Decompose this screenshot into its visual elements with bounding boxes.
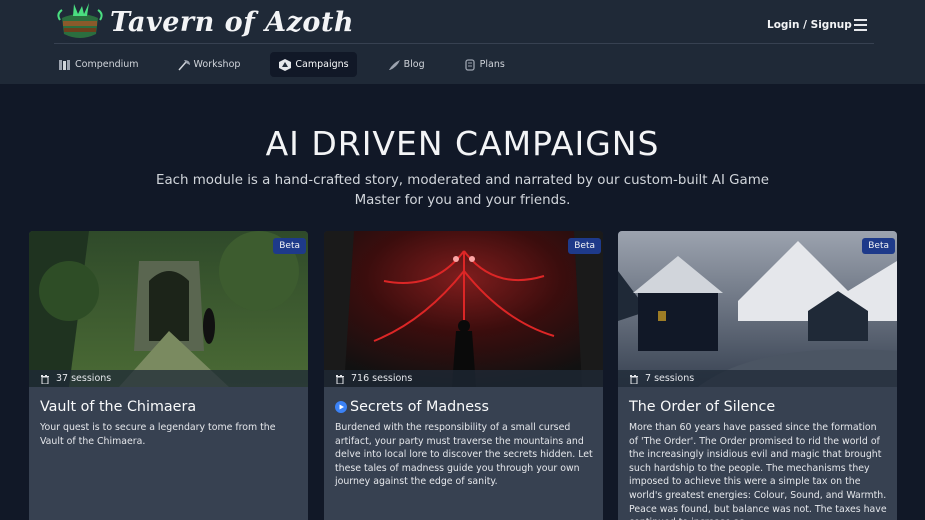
play-icon <box>335 401 347 413</box>
session-count-bar: 7 sessions <box>618 370 897 387</box>
campaign-card-vault-of-the-chimaera[interactable]: Beta 37 sessions Vault of the Chimaera Y… <box>29 231 308 520</box>
session-count-bar: 716 sessions <box>324 370 603 387</box>
d20-icon <box>279 58 292 71</box>
campaign-title[interactable]: The Order of Silence <box>629 399 775 415</box>
menu-icon[interactable] <box>854 19 867 31</box>
campaign-description: Your quest is to secure a legendary tome… <box>40 422 276 447</box>
cauldron-logo-icon <box>57 3 103 42</box>
campaign-title-text: Secrets of Madness <box>350 399 489 415</box>
campaign-image <box>324 231 603 387</box>
ruins-forest-image <box>29 231 308 387</box>
campaign-title-text: The Order of Silence <box>629 399 776 415</box>
campaign-card-the-order-of-silence[interactable]: Beta 7 sessions The Order of Silence Mor… <box>618 231 897 520</box>
nav-item-label: Blog <box>403 59 425 70</box>
campaign-image <box>29 231 308 387</box>
campaign-title[interactable]: Secrets of Madness <box>335 399 489 415</box>
session-count: 716 sessions <box>351 373 413 384</box>
tower-icon <box>630 374 638 384</box>
campaign-description: Burdened with the responsibility of a sm… <box>335 422 593 488</box>
nav-item-label: Compendium <box>75 59 139 70</box>
dark-tree-figure-image <box>324 231 603 387</box>
campaign-image <box>618 231 897 387</box>
quill-icon <box>388 59 400 70</box>
site-logo[interactable]: Tavern of Azoth <box>54 0 354 44</box>
site-title: Tavern of Azoth <box>110 6 355 38</box>
top-bar: Tavern of Azoth Login / Signup Compendiu… <box>0 0 925 84</box>
nav-item-campaigns[interactable]: Campaigns <box>270 52 357 77</box>
nav-item-label: Plans <box>479 59 505 70</box>
beta-badge: Beta <box>862 238 895 254</box>
axe-icon <box>177 59 190 70</box>
beta-badge: Beta <box>568 238 601 254</box>
nav-item-workshop[interactable]: Workshop <box>169 52 249 77</box>
login-signup-link[interactable]: Login / Signup <box>767 19 852 31</box>
nav-item-label: Workshop <box>193 59 241 70</box>
nav-item-plans[interactable]: Plans <box>455 52 513 77</box>
scroll-icon <box>464 58 475 71</box>
beta-badge: Beta <box>273 238 306 254</box>
book-icon <box>59 59 70 70</box>
campaign-title-text: Vault of the Chimaera <box>40 399 197 415</box>
session-count: 7 sessions <box>645 373 695 384</box>
main-nav: Compendium Workshop Campaigns Blog Plans <box>50 52 535 77</box>
tower-icon <box>41 374 49 384</box>
page-title: AI DRIVEN CAMPAIGNS <box>265 124 660 163</box>
nav-item-label: Campaigns <box>295 59 349 70</box>
snowy-village-image <box>618 231 897 387</box>
campaign-title[interactable]: Vault of the Chimaera <box>40 399 196 415</box>
page-subtitle: Each module is a hand-crafted story, mod… <box>155 173 770 208</box>
session-count: 37 sessions <box>56 373 112 384</box>
tower-icon <box>336 374 344 384</box>
campaign-card-secrets-of-madness[interactable]: Beta 716 sessions Secrets of Madness Bur… <box>324 231 603 520</box>
nav-item-compendium[interactable]: Compendium <box>50 52 147 77</box>
session-count-bar: 37 sessions <box>29 370 308 387</box>
campaign-description: More than 60 years have passed since the… <box>629 422 887 520</box>
nav-item-blog[interactable]: Blog <box>379 52 433 77</box>
header-divider <box>54 43 874 44</box>
